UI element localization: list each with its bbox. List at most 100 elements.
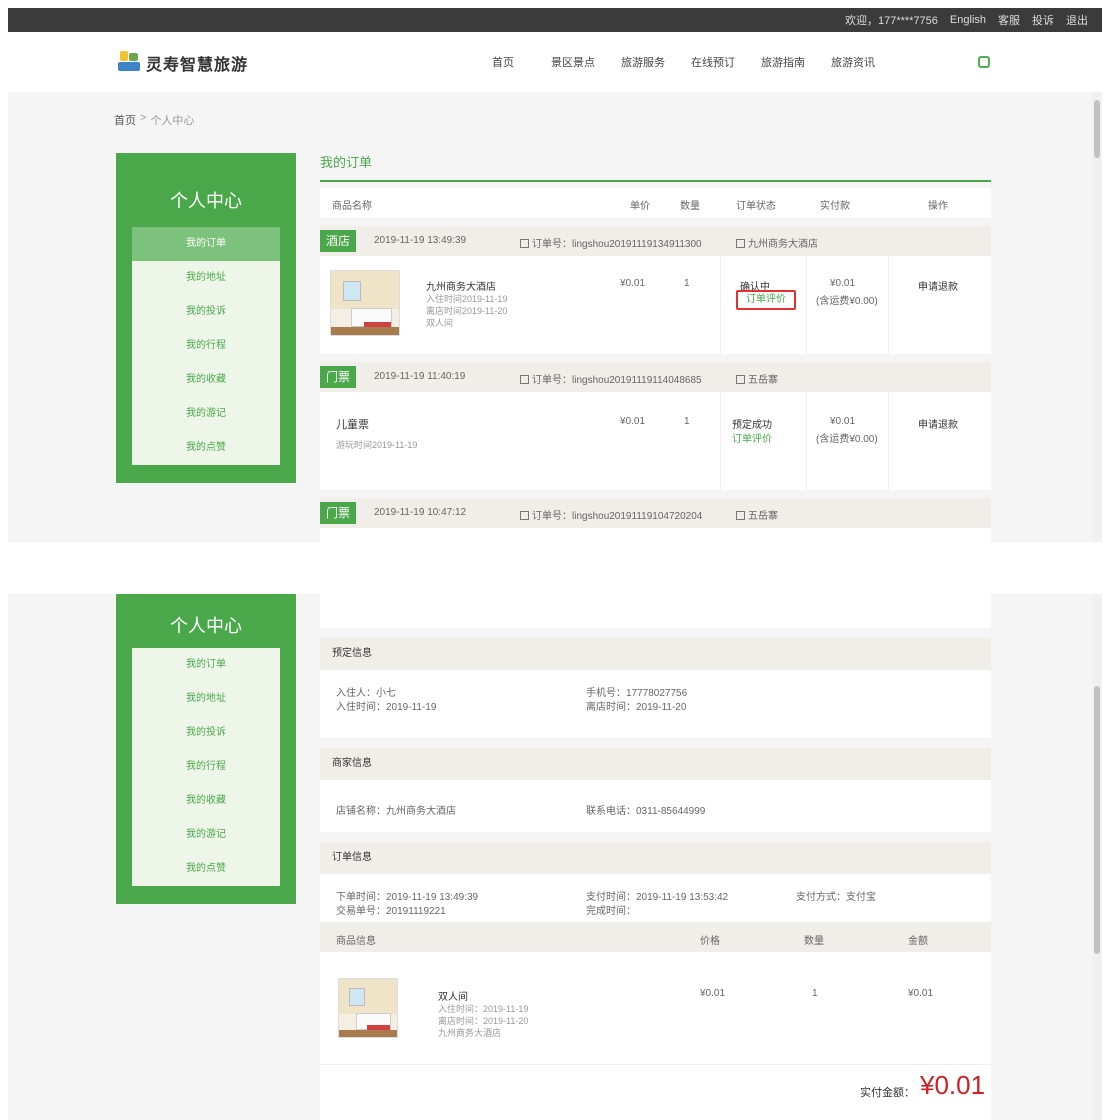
- breadcrumb-separator: >: [140, 112, 147, 124]
- search-icon[interactable]: [978, 56, 990, 68]
- order-item-price: ¥0.01: [700, 988, 726, 999]
- sidebar-item-travelogues[interactable]: 我的游记: [132, 397, 280, 431]
- order-number: 订单号：lingshou20191119134911300: [532, 239, 702, 250]
- topbar-link-complaint[interactable]: 投诉: [1032, 12, 1054, 28]
- topbar-link-service[interactable]: 客服: [998, 12, 1020, 28]
- sidebar: 个人中心 我的订单 我的地址 我的投诉 我的行程 我的收藏 我的游记 我的点赞: [116, 153, 296, 483]
- hotel-room-image[interactable]: [330, 270, 400, 336]
- breadcrumb-home[interactable]: 首页: [114, 112, 136, 128]
- topbar-link-logout[interactable]: 退出: [1066, 12, 1088, 28]
- order-paid: ¥0.01: [830, 278, 856, 289]
- order-review-button[interactable]: 订单评价: [732, 430, 772, 445]
- col-amount: 金额: [908, 936, 928, 947]
- nav-home[interactable]: 首页: [468, 54, 538, 70]
- merchant-info-card: 商家信息 店铺名称：九州商务大酒店 联系电话：0311-85644999: [320, 748, 991, 832]
- item-price: ¥0.01: [620, 416, 646, 427]
- total-value: ¥0.01: [920, 1070, 986, 1100]
- col-status: 订单状态: [736, 201, 776, 212]
- sidebar-item-favorites[interactable]: 我的收藏: [132, 784, 280, 818]
- finish-time: 完成时间：: [586, 906, 636, 917]
- sidebar-item-address[interactable]: 我的地址: [132, 682, 280, 716]
- logo-icon: [118, 51, 140, 75]
- col-product: 商品名称: [332, 201, 372, 212]
- refund-button[interactable]: 申请退款: [918, 278, 958, 293]
- sidebar-item-trips[interactable]: 我的行程: [132, 750, 280, 784]
- order-type-tag: 门票: [320, 502, 357, 524]
- col-action: 操作: [928, 201, 948, 212]
- nav-news[interactable]: 旅游资讯: [818, 54, 888, 70]
- sidebar-menu: 我的订单 我的地址 我的投诉 我的行程 我的收藏 我的游记 我的点赞: [132, 648, 280, 886]
- scrollbar-thumb[interactable]: [1094, 100, 1100, 158]
- breadcrumb-current: 个人中心: [150, 115, 195, 127]
- item-name[interactable]: 九州商务大酒店: [426, 278, 496, 293]
- scrollbar-thumb[interactable]: [1094, 686, 1100, 954]
- nav-scenic[interactable]: 景区景点: [538, 54, 608, 70]
- order-review-button[interactable]: 订单评价: [736, 290, 796, 310]
- order-type-tag: 酒店: [320, 230, 357, 252]
- site-header: 灵寿智慧旅游 首页 景区景点 旅游服务 在线预订 旅游指南 旅游资讯: [8, 32, 1102, 92]
- room-image[interactable]: [338, 978, 398, 1038]
- sidebar-item-complaints[interactable]: 我的投诉: [132, 295, 280, 329]
- order-datetime: 2019-11-19 11:40:19: [374, 371, 466, 382]
- trade-number: 交易单号：20191119221: [336, 906, 446, 917]
- sidebar-item-complaints[interactable]: 我的投诉: [132, 716, 280, 750]
- order-number-icon: [520, 511, 529, 520]
- booking-info-title: 预定信息: [320, 638, 991, 670]
- order-item-amount: ¥0.01: [908, 988, 934, 999]
- pay-method: 支付方式：支付宝: [796, 892, 876, 903]
- order-items-header: 商品信息 价格 数量 金额: [320, 922, 991, 952]
- breadcrumb: 首页 > 个人中心: [114, 112, 194, 128]
- order-header: 酒店 2019-11-19 13:49:39 订单号：lingshou20191…: [320, 226, 991, 256]
- order-item-name: 双人间: [438, 992, 468, 1003]
- item-detail-visit: 游玩时间2019-11-19: [336, 440, 418, 450]
- order-shop[interactable]: 五岳寨: [748, 511, 778, 522]
- sidebar-item-address[interactable]: 我的地址: [132, 261, 280, 295]
- sidebar-item-travelogues[interactable]: 我的游记: [132, 818, 280, 852]
- sidebar-title: 个人中心: [170, 616, 242, 636]
- col-price: 单价: [630, 201, 650, 212]
- order-paid-note: (含运费¥0.00): [816, 296, 878, 307]
- blank-card: [320, 594, 991, 628]
- sidebar-item-orders[interactable]: 我的订单: [132, 227, 280, 261]
- order-number-icon: [520, 239, 529, 248]
- order-shop[interactable]: 五岳寨: [748, 375, 778, 386]
- sidebar-item-likes[interactable]: 我的点赞: [132, 852, 280, 886]
- total-label: 实付金额：: [860, 1087, 915, 1099]
- sidebar-item-trips[interactable]: 我的行程: [132, 329, 280, 363]
- shop-tel: 联系电话：0311-85644999: [586, 806, 706, 817]
- shop-icon: [736, 511, 745, 520]
- sidebar-item-favorites[interactable]: 我的收藏: [132, 363, 280, 397]
- col-paid: 实付款: [820, 201, 850, 212]
- sidebar-item-likes[interactable]: 我的点赞: [132, 431, 280, 465]
- col-qty: 数量: [680, 201, 700, 212]
- pay-time: 支付时间：2019-11-19 13:53:42: [586, 892, 729, 903]
- nav-service[interactable]: 旅游服务: [608, 54, 678, 70]
- col-price: 价格: [700, 936, 720, 947]
- order-item-shop: 九州商务大酒店: [438, 1028, 502, 1038]
- upper-content: 首页 > 个人中心 个人中心 我的订单 我的地址 我的投诉 我的行程 我的收藏 …: [8, 92, 1102, 542]
- sidebar-item-orders[interactable]: 我的订单: [132, 648, 280, 682]
- order-paid-note: (含运费¥0.00): [816, 434, 878, 445]
- shop-icon: [736, 239, 745, 248]
- order-type-tag: 门票: [320, 366, 357, 388]
- sidebar-title: 个人中心: [170, 191, 242, 211]
- scrollbar[interactable]: [1092, 594, 1102, 1120]
- english-link[interactable]: English: [950, 14, 986, 26]
- order-shop[interactable]: 九州商务大酒店: [748, 239, 818, 250]
- order-time: 下单时间：2019-11-19 13:49:39: [336, 892, 479, 903]
- checkout-date: 离店时间：2019-11-20: [586, 702, 687, 713]
- scrollbar[interactable]: [1092, 92, 1102, 542]
- checkin-date: 入住时间：2019-11-19: [336, 702, 437, 713]
- order-number-icon: [520, 375, 529, 384]
- logo-text: 灵寿智慧旅游: [146, 57, 249, 74]
- item-name[interactable]: 儿童票: [336, 416, 369, 432]
- refund-button[interactable]: 申请退款: [918, 416, 958, 431]
- site-logo[interactable]: 灵寿智慧旅游: [118, 49, 248, 77]
- phone-number: 手机号：17778027756: [586, 688, 688, 699]
- order-item-qty: 1: [812, 988, 818, 999]
- main-nav: 首页 景区景点 旅游服务 在线预订 旅游指南 旅游资讯: [468, 32, 888, 92]
- nav-booking[interactable]: 在线预订: [678, 54, 748, 70]
- order-item: 儿童票 游玩时间2019-11-19 ¥0.01 1 预定成功 订单评价 ¥0.…: [320, 392, 991, 490]
- sidebar-menu: 我的订单 我的地址 我的投诉 我的行程 我的收藏 我的游记 我的点赞: [132, 227, 280, 465]
- nav-guide[interactable]: 旅游指南: [748, 54, 818, 70]
